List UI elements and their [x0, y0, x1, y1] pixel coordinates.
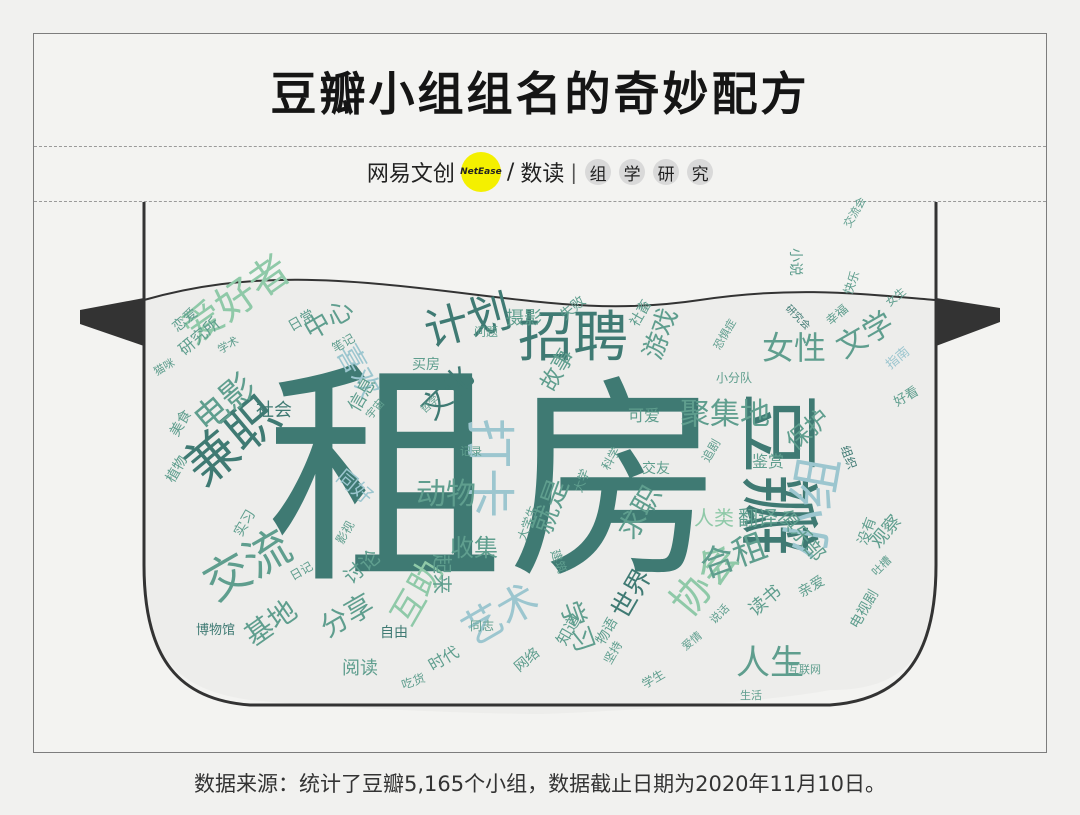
word-12: 动物 [416, 477, 476, 512]
word-87: 小说 [787, 248, 803, 276]
word-9: 聚集地 [680, 397, 770, 432]
pot-handle-right [936, 298, 1000, 346]
word-77: 记录 [460, 445, 482, 458]
word-42: 摄影 [506, 308, 542, 329]
word-54: 买房 [412, 357, 440, 373]
pot-handle-left [80, 298, 144, 346]
word-59: 鉴赏 [752, 452, 785, 471]
word-71: 互联网 [788, 663, 821, 676]
word-49: 自由 [380, 625, 408, 641]
word-63: 小分队 [716, 371, 753, 385]
word-33: 人类 [694, 506, 734, 530]
word-86: 同志 [470, 619, 495, 633]
word-32: 翻译 [738, 506, 778, 530]
word-99: 生活 [740, 689, 762, 702]
word-41: 社会 [256, 400, 292, 421]
word-62: 问题 [474, 325, 499, 339]
word-58: 交友 [642, 461, 670, 477]
word-37: 起来 [430, 554, 454, 594]
word-57: 可爱 [628, 406, 661, 425]
word-36: 收集 [450, 534, 498, 562]
data-source-note: 数据来源：统计了豆瓣5,165个小组，数据截止日期为2020年11月10日。 [193, 772, 886, 796]
word-18: 女性 [762, 329, 827, 367]
word-48: 阅读 [342, 658, 378, 679]
word-52: 博物馆 [196, 623, 236, 638]
